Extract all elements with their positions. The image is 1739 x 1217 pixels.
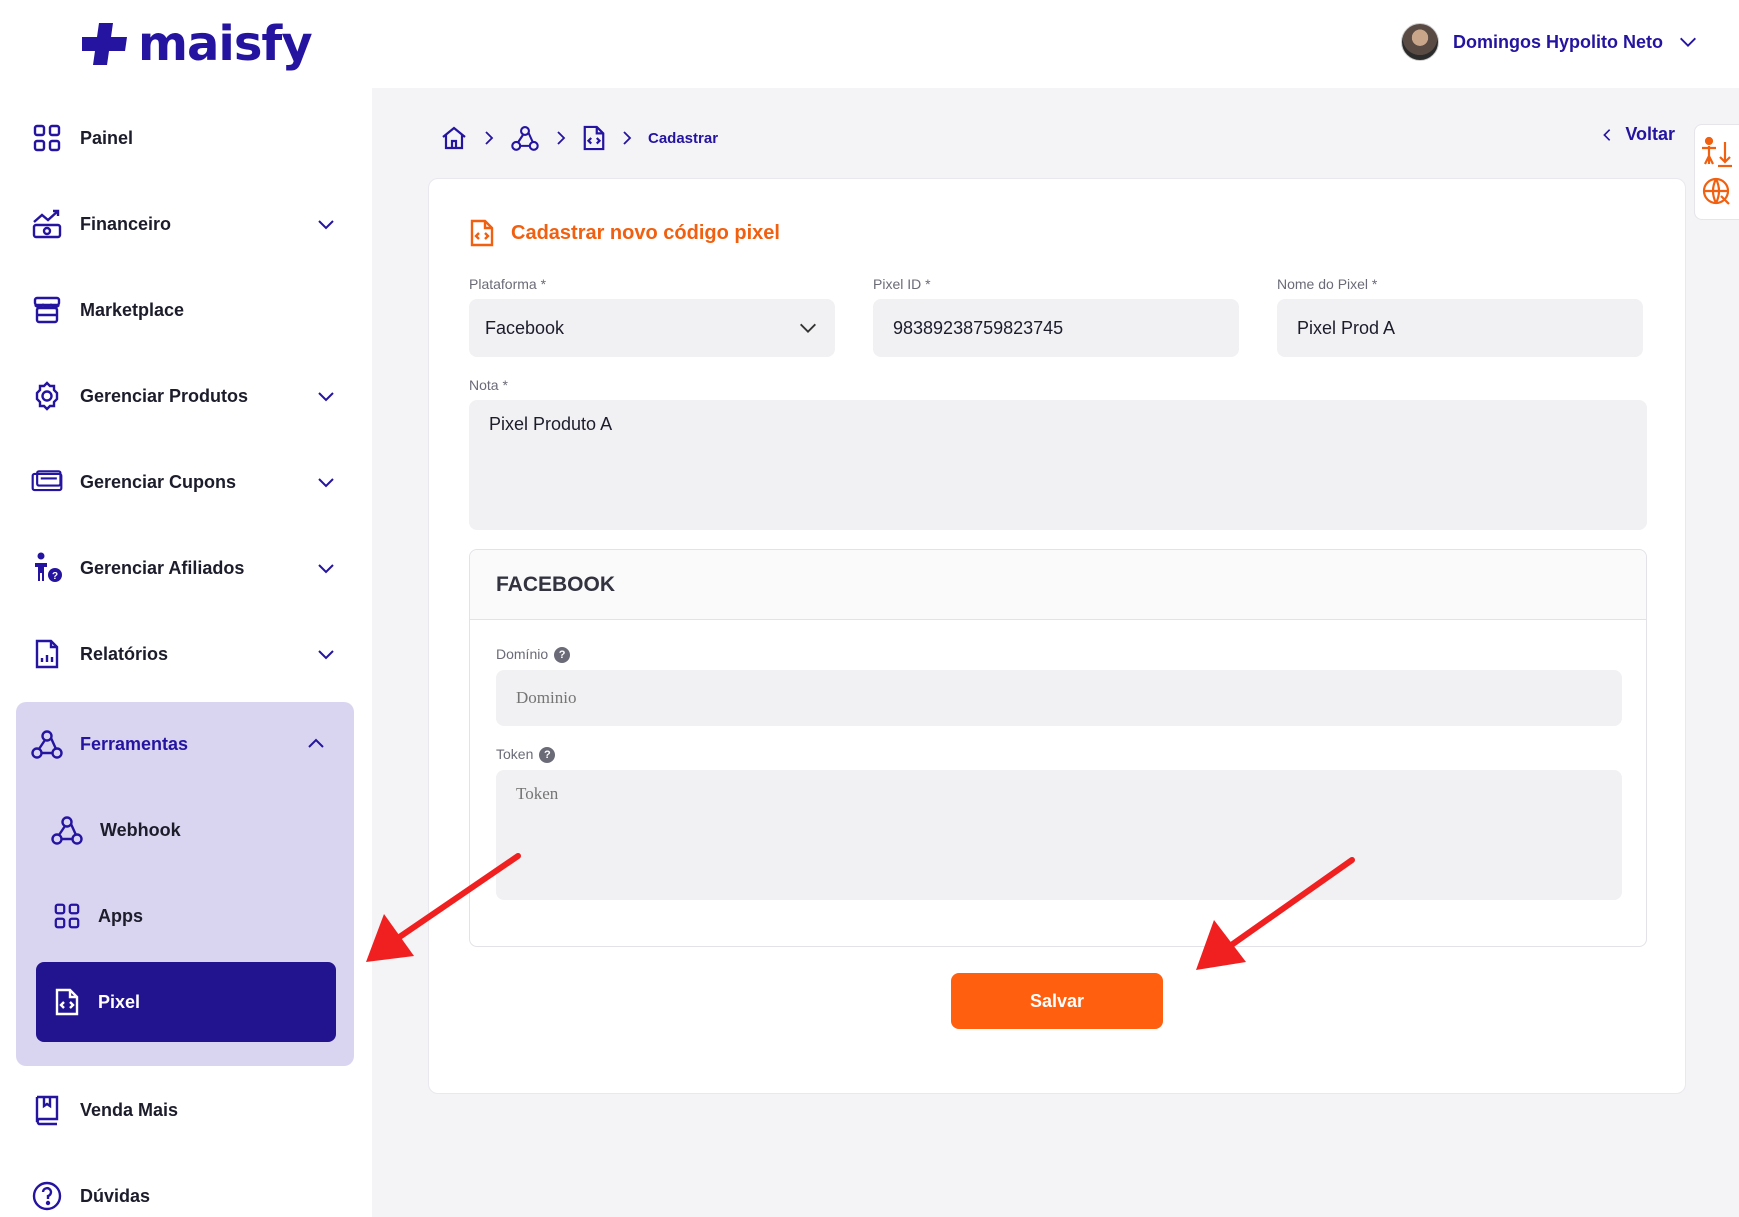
finance-chart-icon bbox=[30, 207, 64, 241]
sidebar-item-gerenciar-afiliados[interactable]: ? Gerenciar Afiliados bbox=[30, 538, 340, 598]
token-label: Token? bbox=[496, 746, 556, 764]
grid-icon bbox=[30, 121, 64, 155]
domain-label-text: Domínio bbox=[496, 646, 549, 662]
sidebar-item-label: Relatórios bbox=[80, 643, 169, 664]
sidebar-item-relatorios[interactable]: Relatórios bbox=[30, 624, 340, 684]
chevron-down-icon bbox=[318, 564, 334, 574]
sidebar-item-label: Financeiro bbox=[80, 213, 172, 234]
floating-tools bbox=[1694, 124, 1739, 220]
chevron-down-icon bbox=[318, 220, 334, 230]
accessibility-icon[interactable] bbox=[1700, 136, 1734, 168]
sidebar-item-label: Venda Mais bbox=[80, 1099, 179, 1120]
sidebar-item-label: Dúvidas bbox=[80, 1185, 151, 1206]
facebook-section-header: FACEBOOK bbox=[470, 550, 1646, 620]
chevron-right-icon bbox=[623, 131, 632, 145]
sidebar-item-label: Gerenciar Produtos bbox=[80, 385, 249, 406]
help-icon[interactable]: ? bbox=[554, 647, 571, 664]
sidebar-item-label: Ferramentas bbox=[80, 733, 189, 754]
sidebar-item-label: Gerenciar Cupons bbox=[80, 471, 237, 492]
sidebar-subitem-apps[interactable]: Apps bbox=[52, 886, 332, 946]
globe-translate-icon[interactable] bbox=[1701, 176, 1733, 208]
code-file-icon bbox=[52, 986, 82, 1018]
webhook-icon bbox=[30, 727, 64, 761]
sidebar-item-label: Apps bbox=[98, 905, 143, 926]
form-title: Cadastrar novo código pixel bbox=[511, 221, 780, 244]
sidebar-item-label: Webhook bbox=[100, 819, 181, 840]
pixel-form-card: Cadastrar novo código pixel Plataforma *… bbox=[428, 178, 1686, 1094]
chevron-right-icon bbox=[485, 131, 494, 145]
report-icon bbox=[30, 637, 64, 671]
top-header: maisfy Domingos Hypolito Neto bbox=[0, 0, 1739, 88]
breadcrumb: Cadastrar bbox=[440, 120, 718, 156]
svg-text:?: ? bbox=[52, 571, 58, 582]
tools-group: Ferramentas Webhook Apps Pixel bbox=[16, 702, 354, 1066]
pixel-name-input[interactable] bbox=[1277, 299, 1643, 357]
chevron-down-icon bbox=[1680, 37, 1696, 47]
help-icon[interactable]: ? bbox=[539, 747, 556, 764]
sidebar-item-label: Pixel bbox=[98, 991, 141, 1012]
affiliate-icon: ? bbox=[30, 551, 64, 585]
pixel-id-label: Pixel ID * bbox=[873, 276, 931, 292]
pixel-name-label: Nome do Pixel * bbox=[1277, 276, 1378, 292]
sidebar-item-label: Gerenciar Afiliados bbox=[80, 557, 245, 578]
code-file-icon bbox=[470, 219, 494, 247]
chevron-down-icon bbox=[318, 392, 334, 402]
code-file-icon[interactable] bbox=[582, 124, 606, 152]
save-button[interactable]: Salvar bbox=[951, 973, 1163, 1029]
chevron-down-icon bbox=[318, 650, 334, 660]
note-label: Nota * bbox=[469, 377, 508, 393]
token-label-text: Token bbox=[496, 746, 534, 762]
home-icon[interactable] bbox=[440, 124, 468, 152]
chevron-down-icon bbox=[318, 478, 334, 488]
chevron-right-icon bbox=[557, 131, 566, 145]
sidebar-item-label: Painel bbox=[80, 127, 134, 148]
sidebar-item-label: Marketplace bbox=[80, 299, 185, 320]
book-icon bbox=[30, 1093, 64, 1127]
webhook-icon[interactable] bbox=[510, 124, 540, 152]
maisfy-logo[interactable]: maisfy bbox=[82, 16, 313, 72]
platform-label: Plataforma * bbox=[469, 276, 547, 292]
platform-value: Facebook bbox=[485, 317, 565, 338]
ticket-icon bbox=[30, 465, 64, 499]
sidebar-item-venda-mais[interactable]: Venda Mais bbox=[30, 1080, 340, 1140]
sidebar-subitem-webhook[interactable]: Webhook bbox=[50, 800, 330, 860]
gear-icon bbox=[30, 379, 64, 413]
token-textarea[interactable] bbox=[496, 770, 1622, 900]
user-menu[interactable]: Domingos Hypolito Neto bbox=[1401, 20, 1699, 64]
sidebar-item-gerenciar-cupons[interactable]: Gerenciar Cupons bbox=[30, 452, 340, 512]
store-icon bbox=[30, 293, 64, 327]
user-name: Domingos Hypolito Neto bbox=[1453, 31, 1663, 52]
chevron-left-icon bbox=[1603, 128, 1611, 141]
sidebar-item-marketplace[interactable]: Marketplace bbox=[30, 280, 340, 340]
sidebar-item-gerenciar-produtos[interactable]: Gerenciar Produtos bbox=[30, 366, 340, 426]
facebook-section: FACEBOOK Domínio? Token? bbox=[469, 549, 1647, 947]
chevron-down-icon bbox=[800, 323, 816, 333]
card-title: Cadastrar novo código pixel bbox=[469, 217, 780, 249]
facebook-section-title: FACEBOOK bbox=[496, 572, 616, 596]
logo-text: maisfy bbox=[138, 16, 313, 72]
domain-input[interactable] bbox=[496, 670, 1622, 726]
back-label: Voltar bbox=[1625, 124, 1675, 144]
domain-label: Domínio? bbox=[496, 646, 571, 664]
sidebar-item-financeiro[interactable]: Financeiro bbox=[30, 194, 340, 254]
sidebar-item-painel[interactable]: Painel bbox=[30, 108, 340, 168]
breadcrumb-current: Cadastrar bbox=[648, 129, 719, 147]
platform-select[interactable]: Facebook bbox=[469, 299, 835, 357]
pixel-id-input[interactable] bbox=[873, 299, 1239, 357]
grid-icon bbox=[52, 901, 82, 931]
webhook-icon bbox=[50, 813, 84, 847]
note-textarea[interactable]: Pixel Produto A bbox=[469, 400, 1647, 530]
avatar bbox=[1401, 23, 1439, 61]
plus-logo-icon bbox=[82, 23, 127, 65]
sidebar-subitem-pixel[interactable]: Pixel bbox=[36, 962, 336, 1042]
sidebar-item-duvidas[interactable]: Dúvidas bbox=[30, 1166, 340, 1217]
back-button[interactable]: Voltar bbox=[1599, 124, 1675, 145]
question-icon bbox=[30, 1179, 64, 1213]
chevron-up-icon bbox=[308, 738, 324, 748]
sidebar-item-ferramentas[interactable]: Ferramentas bbox=[30, 714, 330, 774]
